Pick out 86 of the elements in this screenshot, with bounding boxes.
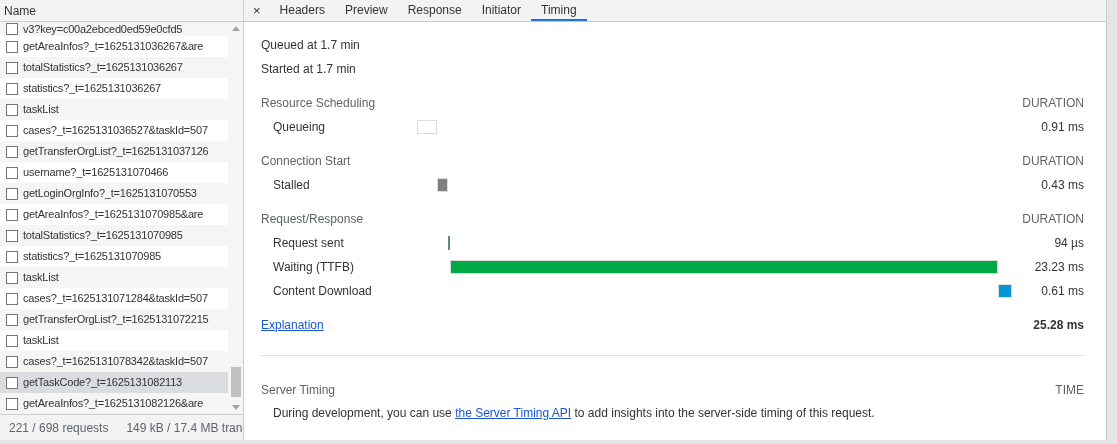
request-row[interactable]: getTransferOrgList?_t=1625131037126 [0, 141, 228, 162]
column-label: DURATION [1022, 153, 1084, 170]
column-label: DURATION [1022, 211, 1084, 228]
phase-duration: 94 µs [1053, 235, 1084, 252]
request-name: username?_t=1625131070466 [23, 165, 169, 181]
checkbox-icon [6, 187, 18, 200]
checkbox-icon [6, 376, 18, 389]
request-row[interactable]: v3?key=c00a2ebced0ed59e0cfd5 [0, 22, 228, 36]
request-row[interactable]: getTransferOrgList?_t=1625131072215 [0, 309, 228, 330]
phase-duration: 23.23 ms [1033, 259, 1084, 276]
tab[interactable]: Initiator [471, 0, 532, 21]
phase-duration: 0.61 ms [1040, 283, 1084, 300]
checkbox-icon [6, 271, 18, 284]
scroll-down-icon[interactable] [231, 405, 240, 410]
request-count: 221 / 698 requests [8, 419, 110, 437]
checkbox-icon [6, 82, 18, 95]
checkbox-icon [6, 229, 18, 242]
phase-label: Queueing [272, 119, 327, 136]
request-name: getTaskCode?_t=1625131082113 [23, 375, 183, 391]
column-label: TIME [1055, 382, 1084, 399]
request-name: v3?key=c00a2ebced0ed59e0cfd5 [23, 22, 183, 36]
checkbox-icon [6, 166, 18, 179]
explanation-link[interactable]: Explanation [261, 316, 324, 334]
request-name: taskList [23, 102, 59, 118]
request-row[interactable]: taskList [0, 99, 228, 120]
request-row[interactable]: cases?_t=1625131078342&taskId=507 [0, 351, 228, 372]
request-name: totalStatistics?_t=1625131036267 [23, 60, 183, 76]
request-name: cases?_t=1625131078342&taskId=507 [23, 354, 208, 370]
request-name: getTransferOrgList?_t=1625131037126 [23, 144, 209, 160]
request-row[interactable]: totalStatistics?_t=1625131036267 [0, 57, 228, 78]
server-timing-note: During development, you can use the Server Timing API to add insights into the server-side timing of this request. [273, 405, 875, 422]
section-title: Request/Response [261, 211, 364, 228]
started-time: Started at 1.7 min [261, 61, 356, 78]
checkbox-icon [6, 355, 18, 368]
total-duration: 25.28 ms [1033, 317, 1084, 334]
request-name: getLoginOrgInfo?_t=1625131070553 [23, 186, 197, 202]
request-row[interactable]: taskList [0, 267, 228, 288]
checkbox-icon [6, 145, 18, 158]
request-name: getAreaInfos?_t=1625131082126&are [23, 396, 204, 412]
column-label: DURATION [1022, 95, 1084, 112]
checkbox-icon [6, 313, 18, 326]
phase-duration: 0.43 ms [1040, 177, 1084, 194]
checkbox-icon [6, 334, 18, 347]
phase-duration: 0.91 ms [1040, 119, 1084, 136]
checkbox-icon [6, 103, 18, 116]
request-name: statistics?_t=1625131070985 [23, 249, 162, 265]
checkbox-icon [6, 40, 18, 53]
section-title: Server Timing [261, 382, 336, 399]
section-title: Resource Scheduling [261, 95, 376, 112]
phase-label: Content Download [272, 283, 373, 300]
checkbox-icon [6, 208, 18, 221]
scrollbar[interactable] [228, 22, 243, 414]
phase-label: Waiting (TTFB) [272, 259, 355, 276]
request-row[interactable]: getTaskCode?_t=1625131082113 [0, 372, 228, 393]
request-row[interactable]: totalStatistics?_t=1625131070985 [0, 225, 228, 246]
request-name: taskList [23, 333, 59, 349]
checkbox-icon [6, 61, 18, 74]
request-name: taskList [23, 270, 59, 286]
request-name: statistics?_t=1625131036267 [23, 81, 162, 97]
request-name: getAreaInfos?_t=1625131036267&are [23, 39, 204, 55]
transfer-size: 149 kB / 17.4 MB tran [125, 419, 243, 437]
request-name: totalStatistics?_t=1625131070985 [23, 228, 183, 244]
tab[interactable]: Headers [269, 0, 335, 21]
request-row[interactable]: getAreaInfos?_t=1625131082126&are [0, 393, 228, 414]
tab[interactable]: Timing [531, 0, 587, 21]
request-name: cases?_t=1625131071284&taskId=507 [23, 291, 208, 307]
phase-label: Stalled [272, 177, 311, 194]
tab[interactable]: Response [397, 0, 472, 21]
request-name: getTransferOrgList?_t=1625131072215 [23, 312, 209, 328]
scroll-thumb[interactable] [230, 367, 241, 397]
request-row[interactable]: getLoginOrgInfo?_t=1625131070553 [0, 183, 228, 204]
column-header[interactable]: Name [0, 0, 243, 22]
request-name: getAreaInfos?_t=1625131070985&are [23, 207, 204, 223]
checkbox-icon [6, 250, 18, 263]
checkbox-icon [6, 397, 18, 410]
checkbox-icon [6, 124, 18, 137]
scroll-up-icon[interactable] [231, 26, 240, 31]
server-timing-link[interactable]: the Server Timing API [455, 406, 572, 420]
tab[interactable]: Preview [334, 0, 398, 21]
checkbox-icon [6, 292, 18, 305]
section-title: Connection Start [261, 153, 351, 170]
request-name: cases?_t=1625131036527&taskId=507 [23, 123, 208, 139]
phase-label: Request sent [272, 235, 345, 252]
queued-time: Queued at 1.7 min [261, 37, 360, 54]
close-button[interactable]: × [244, 0, 270, 21]
checkbox-icon [6, 23, 18, 35]
